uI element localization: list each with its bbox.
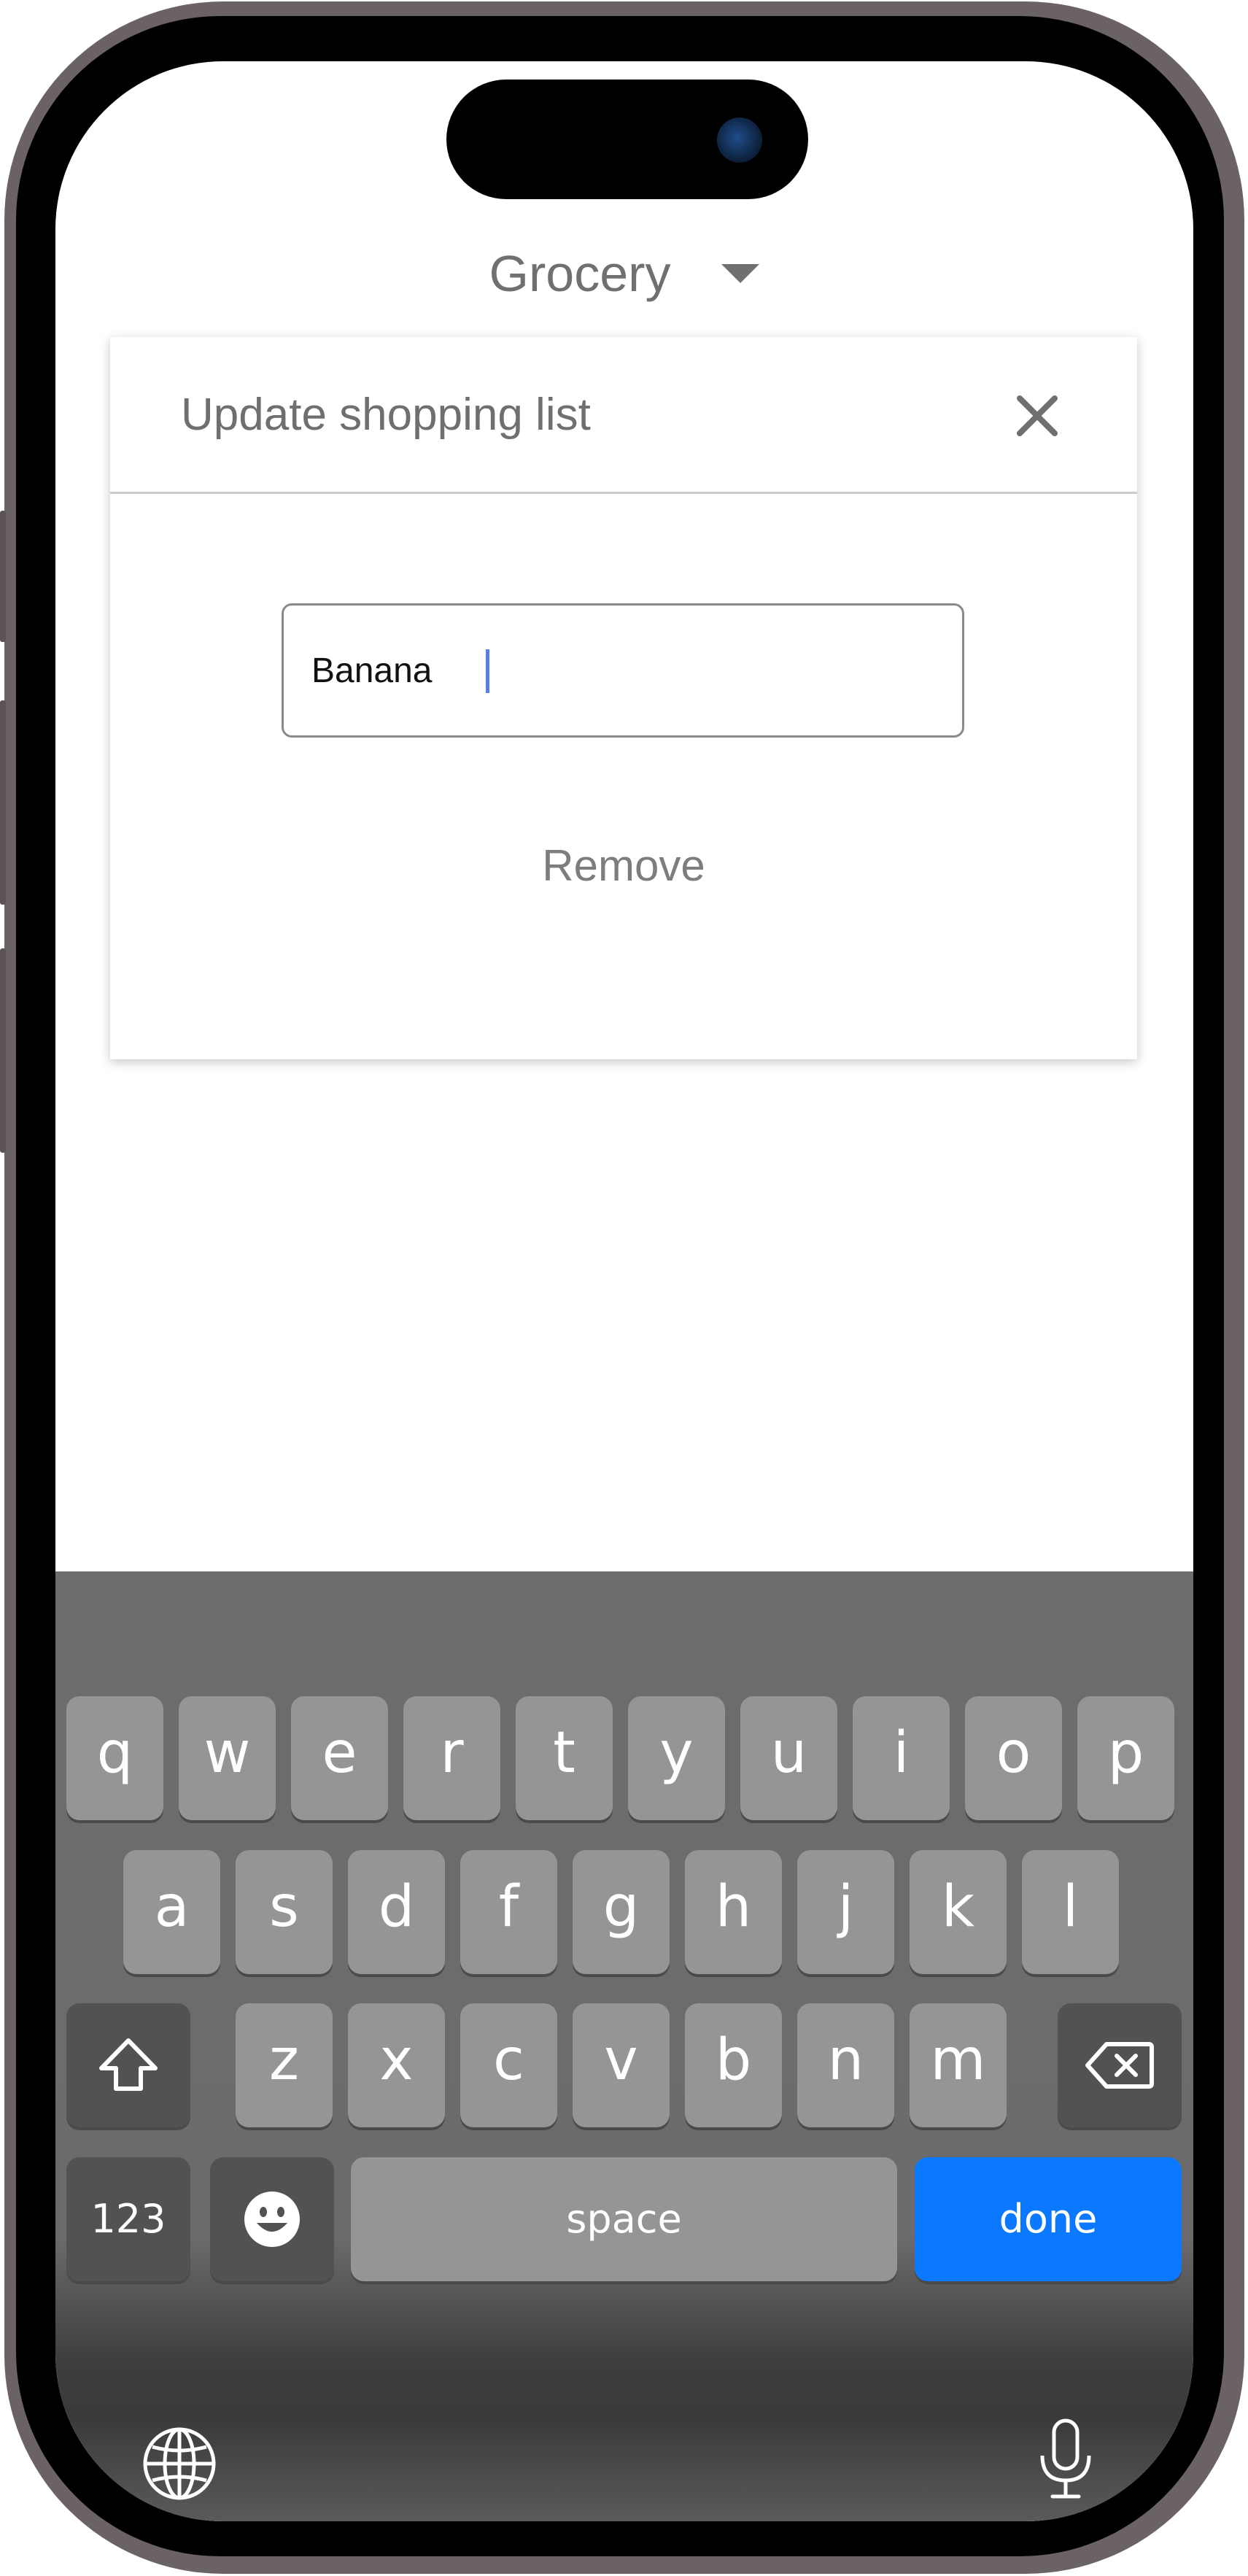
key-a[interactable]: a (123, 1850, 220, 1974)
key-o[interactable]: o (965, 1696, 1062, 1820)
update-list-dialog: Update shopping list Remove (110, 337, 1137, 1059)
key-f[interactable]: f (460, 1850, 557, 1974)
key-b[interactable]: b (685, 2003, 782, 2127)
key-d[interactable]: d (348, 1850, 445, 1974)
caret-down-icon[interactable] (721, 264, 760, 283)
backspace-icon (1085, 2042, 1154, 2089)
on-screen-keyboard: q w e r t y u i o p a s d f g h j k l z … (55, 1571, 1193, 2521)
microphone-icon (1040, 2418, 1091, 2499)
done-key[interactable]: done (915, 2157, 1182, 2281)
volume-down-button (0, 948, 6, 1153)
space-key[interactable]: space (351, 2157, 897, 2281)
camera-icon (717, 117, 762, 163)
emoji-key[interactable] (210, 2157, 334, 2281)
key-c[interactable]: c (460, 2003, 557, 2127)
key-p[interactable]: p (1077, 1696, 1174, 1820)
key-z[interactable]: z (236, 2003, 333, 2127)
key-l[interactable]: l (1022, 1850, 1119, 1974)
key-m[interactable]: m (910, 2003, 1007, 2127)
remove-button[interactable]: Remove (110, 840, 1137, 891)
volume-up-button (0, 700, 6, 905)
key-j[interactable]: j (797, 1850, 894, 1974)
numbers-key[interactable]: 123 (66, 2157, 190, 2281)
key-h[interactable]: h (685, 1850, 782, 1974)
item-name-input[interactable] (282, 603, 964, 738)
globe-button[interactable] (141, 2425, 218, 2502)
key-e[interactable]: e (291, 1696, 388, 1820)
dictation-button[interactable] (1036, 2418, 1095, 2502)
close-button[interactable] (1001, 379, 1074, 452)
key-r[interactable]: r (403, 1696, 500, 1820)
key-n[interactable]: n (797, 2003, 894, 2127)
key-g[interactable]: g (573, 1850, 670, 1974)
key-q[interactable]: q (66, 1696, 163, 1820)
phone-screen: Grocery Update shopping list Remove q w … (55, 61, 1193, 2521)
dialog-title: Update shopping list (181, 390, 591, 440)
globe-icon (143, 2427, 216, 2500)
emoji-icon (244, 2192, 300, 2247)
backspace-key[interactable] (1058, 2003, 1182, 2127)
action-button (0, 511, 6, 642)
shift-key[interactable] (66, 2003, 190, 2127)
key-t[interactable]: t (516, 1696, 613, 1820)
shift-icon (99, 2038, 158, 2091)
key-y[interactable]: y (628, 1696, 725, 1820)
key-s[interactable]: s (236, 1850, 333, 1974)
dynamic-island (446, 80, 808, 199)
list-selector[interactable]: Grocery (55, 241, 1193, 306)
dialog-header: Update shopping list (110, 337, 1137, 494)
list-title: Grocery (489, 245, 671, 302)
text-cursor (486, 649, 489, 693)
key-x[interactable]: x (348, 2003, 445, 2127)
close-icon (1017, 395, 1058, 436)
key-k[interactable]: k (910, 1850, 1007, 1974)
key-v[interactable]: v (573, 2003, 670, 2127)
key-i[interactable]: i (853, 1696, 950, 1820)
key-w[interactable]: w (179, 1696, 276, 1820)
key-u[interactable]: u (740, 1696, 837, 1820)
